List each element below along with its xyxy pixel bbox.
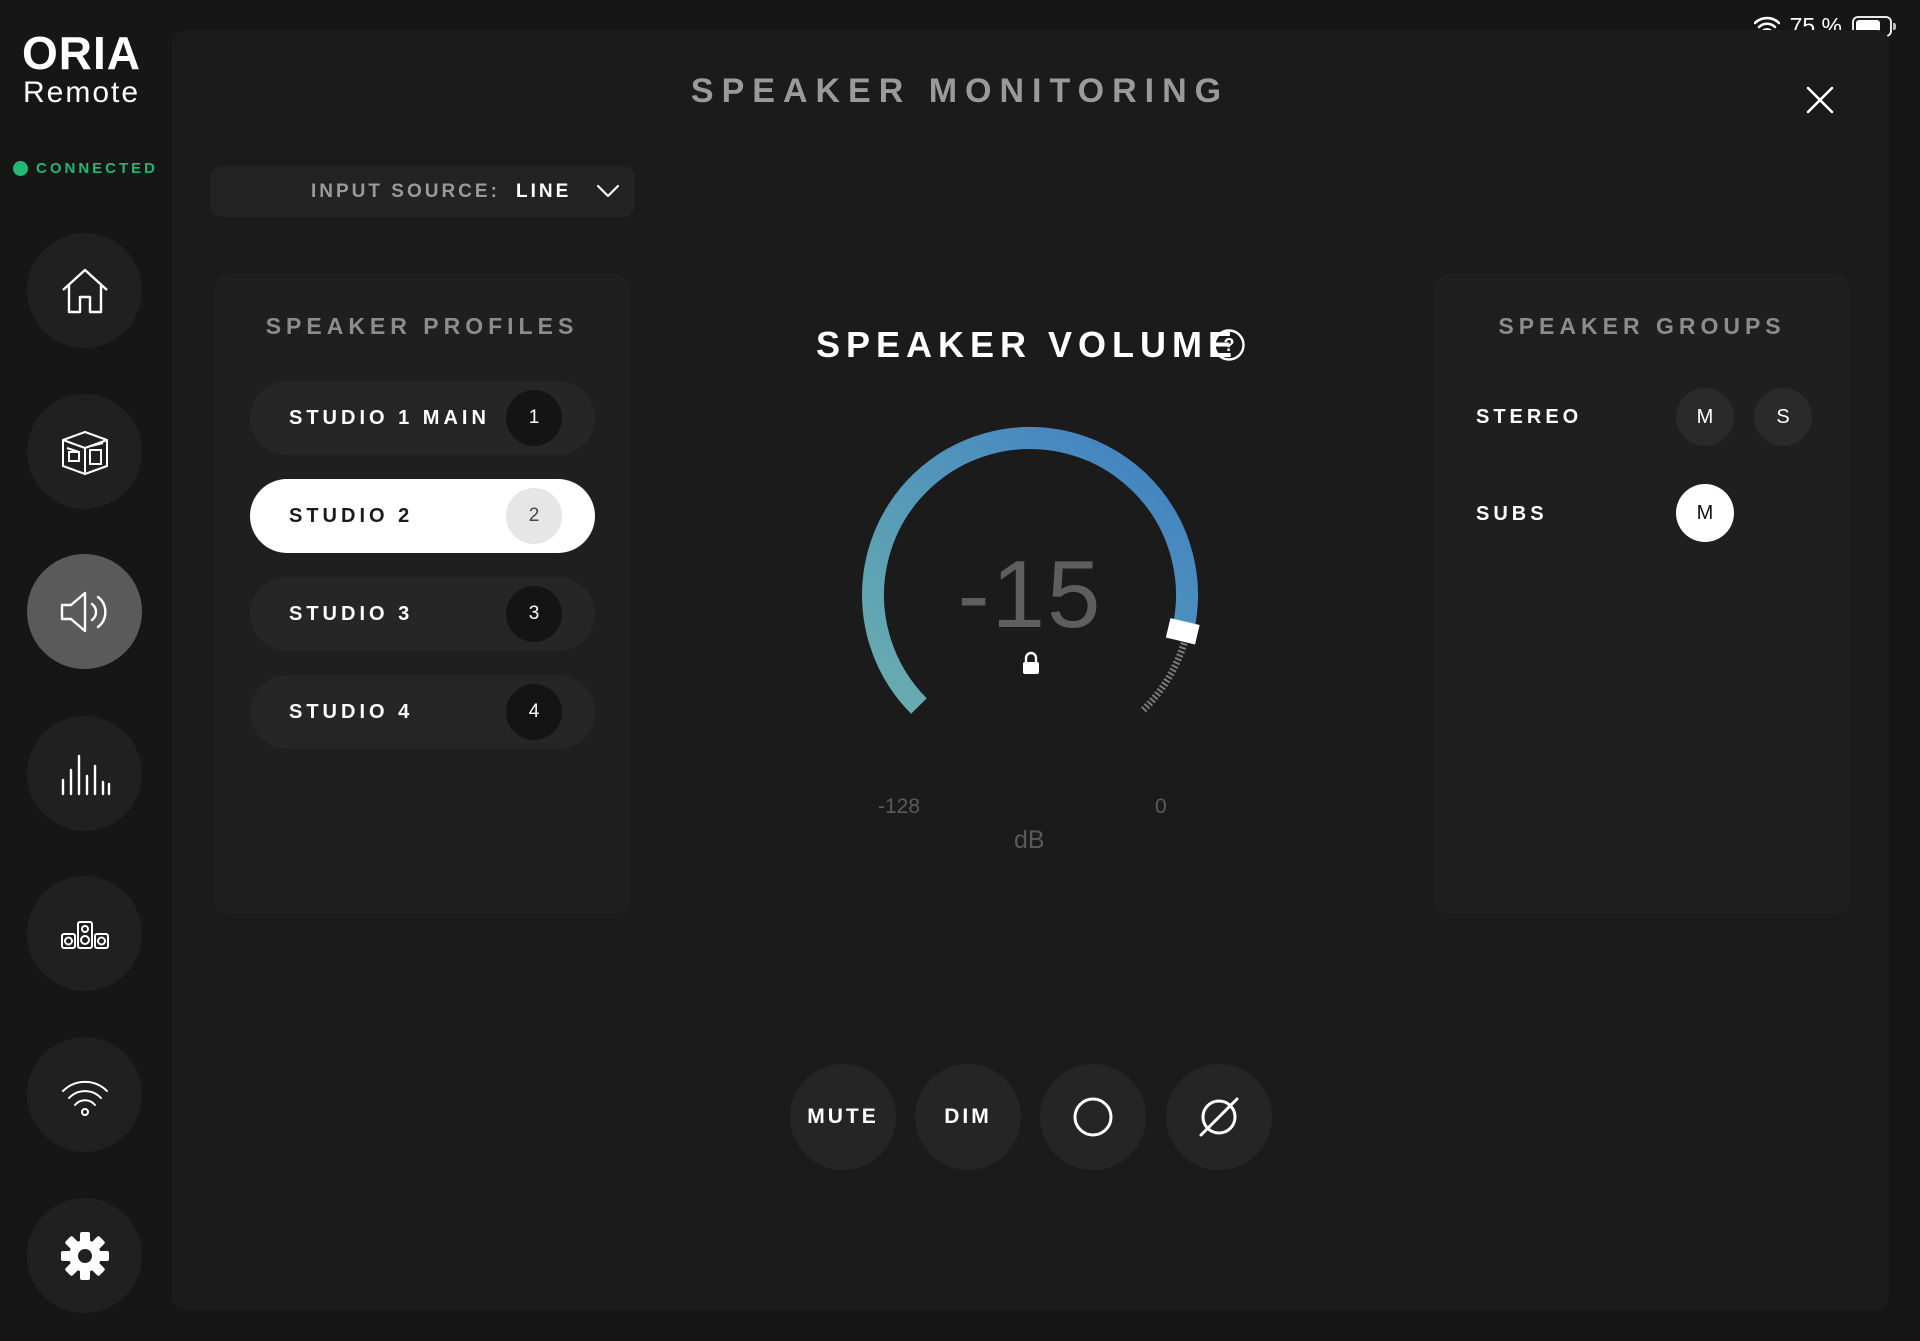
volume-tick bbox=[1154, 691, 1161, 697]
circle-icon bbox=[1073, 1097, 1113, 1137]
nav-wifi[interactable] bbox=[27, 1037, 142, 1152]
volume-tick bbox=[1149, 697, 1156, 704]
equalizer-icon bbox=[61, 754, 110, 795]
app: 75 % ORIA Remote CONNECTED SPEAKER MONIT… bbox=[0, 0, 1920, 1341]
group-name: STEREO bbox=[1476, 406, 1583, 428]
volume-tick bbox=[1171, 664, 1179, 670]
nav-equalizer[interactable] bbox=[27, 716, 142, 831]
speaker-icon bbox=[60, 591, 107, 632]
volume-tick bbox=[1169, 667, 1177, 673]
gear-icon bbox=[60, 1231, 109, 1280]
volume-min-label: -128 bbox=[878, 795, 921, 818]
phase-invert-icon bbox=[1199, 1097, 1239, 1137]
volume-tick bbox=[1176, 653, 1184, 658]
help-icon: ? bbox=[1213, 329, 1245, 361]
volume-tick bbox=[1143, 703, 1151, 710]
volume-tick bbox=[1146, 700, 1154, 707]
chevron-down-icon bbox=[596, 184, 620, 198]
help-button[interactable]: ? bbox=[1212, 328, 1246, 362]
group-name: SUBS bbox=[1476, 503, 1548, 525]
profile-item[interactable]: STUDIO 4 4 bbox=[250, 675, 595, 749]
lock-icon[interactable] bbox=[1021, 651, 1041, 675]
nav-speakers-layout[interactable] bbox=[27, 876, 142, 991]
close-button[interactable] bbox=[1802, 82, 1838, 118]
nav-home[interactable] bbox=[27, 233, 142, 348]
connection-dot bbox=[13, 161, 28, 176]
sidebar: ORIA Remote CONNECTED bbox=[0, 0, 172, 1341]
connection-label: CONNECTED bbox=[36, 160, 159, 177]
profile-name: STUDIO 4 bbox=[289, 701, 414, 723]
nav-speaker[interactable] bbox=[27, 554, 142, 669]
stereo-mute-button[interactable]: M bbox=[1676, 388, 1734, 446]
profile-item[interactable]: STUDIO 3 3 bbox=[250, 577, 595, 651]
volume-tick bbox=[1167, 671, 1175, 677]
volume-tick bbox=[1141, 706, 1148, 713]
speaker-profiles-title: SPEAKER PROFILES bbox=[265, 313, 579, 339]
profile-name: STUDIO 1 MAIN bbox=[289, 407, 490, 429]
home-icon bbox=[61, 268, 108, 313]
page-title: SPEAKER MONITORING bbox=[690, 72, 1230, 110]
volume-ticks bbox=[1141, 634, 1190, 713]
profile-number: 1 bbox=[506, 390, 562, 446]
volume-tick bbox=[1180, 642, 1188, 647]
dim-button[interactable]: DIM bbox=[915, 1064, 1021, 1170]
profile-item[interactable]: STUDIO 2 2 bbox=[250, 479, 595, 553]
profile-item[interactable]: STUDIO 1 MAIN 1 bbox=[250, 381, 595, 455]
wifi-icon bbox=[61, 1080, 108, 1116]
phase-invert-button[interactable] bbox=[1166, 1064, 1272, 1170]
room-icon bbox=[61, 430, 108, 475]
volume-tick bbox=[1165, 674, 1173, 680]
logo-title: ORIA bbox=[22, 27, 141, 79]
volume-tick bbox=[1158, 684, 1166, 691]
volume-tick bbox=[1178, 645, 1187, 650]
speaker-volume-title: SPEAKER VOLUME bbox=[816, 324, 1239, 365]
volume-max-label: 0 bbox=[1155, 795, 1167, 818]
profile-number: 2 bbox=[506, 488, 562, 544]
speakers-layout-icon bbox=[60, 920, 109, 949]
connection-status: CONNECTED bbox=[13, 160, 158, 177]
input-source-select[interactable]: INPUT SOURCE: LINE bbox=[210, 166, 635, 217]
nav-settings[interactable] bbox=[27, 1198, 142, 1313]
mute-button[interactable]: MUTE bbox=[790, 1064, 896, 1170]
volume-tick bbox=[1151, 694, 1159, 701]
volume-tick bbox=[1177, 649, 1185, 654]
close-icon bbox=[1806, 86, 1834, 114]
profile-number: 3 bbox=[506, 586, 562, 642]
input-source-value: LINE bbox=[516, 180, 572, 202]
input-source-label: INPUT SOURCE: bbox=[311, 180, 500, 202]
volume-value: -15 bbox=[957, 541, 1103, 648]
volume-tick bbox=[1156, 687, 1164, 694]
subs-mute-button[interactable]: M bbox=[1676, 484, 1734, 542]
svg-text:?: ? bbox=[1224, 335, 1235, 355]
speaker-groups-card bbox=[1434, 274, 1850, 914]
stereo-solo-button[interactable]: S bbox=[1754, 388, 1812, 446]
speaker-groups-title: SPEAKER GROUPS bbox=[1498, 313, 1786, 339]
volume-tick bbox=[1163, 678, 1171, 684]
nav-room[interactable] bbox=[27, 394, 142, 509]
profile-name: STUDIO 2 bbox=[289, 505, 414, 527]
profile-name: STUDIO 3 bbox=[289, 603, 414, 625]
profile-number: 4 bbox=[506, 684, 562, 740]
volume-tick bbox=[1172, 660, 1181, 666]
volume-unit: dB bbox=[1014, 826, 1045, 854]
volume-tick bbox=[1161, 681, 1169, 687]
volume-tick bbox=[1174, 656, 1182, 662]
mono-button[interactable] bbox=[1040, 1064, 1146, 1170]
